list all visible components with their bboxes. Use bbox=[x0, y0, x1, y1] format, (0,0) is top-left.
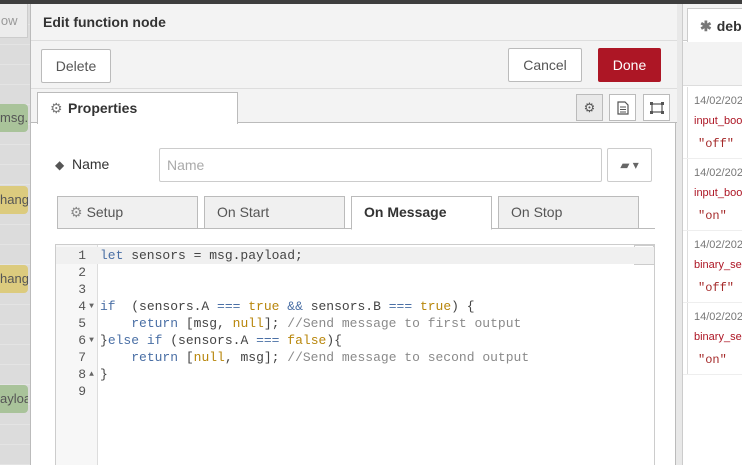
debug-timestamp: 14/02/2021 bbox=[694, 311, 742, 323]
code-text: if (sensors.A === true && sensors.B === … bbox=[100, 299, 475, 314]
line-number: 1 bbox=[78, 248, 86, 263]
line-number: 6 bbox=[78, 333, 86, 348]
code-text: } bbox=[100, 367, 108, 382]
tab-debug-label: debug bbox=[716, 18, 742, 34]
debug-value: "on" bbox=[698, 209, 727, 223]
name-label-text: Name bbox=[72, 156, 110, 172]
description-tab-button[interactable] bbox=[609, 94, 636, 121]
edit-function-tray: Edit function node Delete Cancel Done ⚙ P… bbox=[30, 4, 677, 465]
tab-setup-label: Setup bbox=[86, 204, 124, 220]
code-text: let sensors = msg.payload; bbox=[100, 248, 303, 263]
debug-message[interactable]: 14/02/2021 binary_sensor "on" bbox=[683, 303, 742, 375]
code-line[interactable]: 8 ▲ } bbox=[56, 366, 654, 383]
line-number: 8 bbox=[78, 367, 86, 382]
line-number: 7 bbox=[78, 350, 86, 365]
debug-value: "off" bbox=[698, 137, 735, 151]
appearance-tab-button[interactable] bbox=[643, 94, 670, 121]
settings-tab-button[interactable]: ⚙ bbox=[576, 94, 603, 121]
canvas-node[interactable]: hang bbox=[0, 186, 28, 214]
code-line[interactable]: 9 bbox=[56, 383, 654, 400]
done-button[interactable]: Done bbox=[598, 48, 661, 82]
tab-setup[interactable]: ⚙ Setup bbox=[57, 196, 198, 229]
gear-icon: ⚙ bbox=[70, 204, 83, 220]
line-number: 2 bbox=[78, 265, 86, 280]
tray-tab-row: ⚙ Properties ⚙ bbox=[31, 89, 677, 124]
tab-on-message[interactable]: On Message bbox=[351, 196, 492, 230]
fold-arrow-icon[interactable]: ▲ bbox=[87, 366, 96, 383]
line-number: 3 bbox=[78, 282, 86, 297]
debug-tabbar: ✱debug bbox=[683, 4, 742, 42]
debug-timestamp: 14/02/2021 bbox=[694, 95, 742, 107]
line-number: 5 bbox=[78, 316, 86, 331]
debug-toolbar bbox=[683, 42, 742, 86]
node-appearance-icon bbox=[649, 102, 664, 114]
book-icon: ▰ bbox=[620, 158, 630, 172]
tab-on-start[interactable]: On Start bbox=[204, 196, 345, 229]
tray-title: Edit function node bbox=[43, 14, 166, 30]
tab-on-stop-label: On Stop bbox=[511, 204, 563, 220]
library-button[interactable]: ▰ ▾ bbox=[607, 148, 652, 182]
debug-value: "off" bbox=[698, 281, 735, 295]
tab-on-message-label: On Message bbox=[364, 204, 447, 220]
code-line[interactable]: 3 bbox=[56, 281, 654, 298]
code-text: }else if (sensors.A === false){ bbox=[100, 333, 342, 348]
fold-arrow-icon[interactable]: ▼ bbox=[87, 298, 96, 315]
name-label: ◆ Name bbox=[55, 156, 109, 172]
canvas-node[interactable]: msg. bbox=[0, 104, 28, 132]
debug-value: "on" bbox=[698, 353, 727, 367]
debug-message[interactable]: 14/02/2021 input_boolean "off" bbox=[683, 87, 742, 159]
tab-debug[interactable]: ✱debug bbox=[687, 8, 742, 42]
tab-on-stop[interactable]: On Stop bbox=[498, 196, 639, 229]
code-line[interactable]: 4 ▼ if (sensors.A === true && sensors.B … bbox=[56, 298, 654, 315]
debug-topic[interactable]: binary_sensor bbox=[694, 331, 742, 343]
tray-toolbar: Delete Cancel Done bbox=[31, 41, 677, 89]
tray-header: Edit function node bbox=[31, 4, 677, 41]
code-line[interactable]: 6 ▼ }else if (sensors.A === false){ bbox=[56, 332, 654, 349]
line-number: 4 bbox=[78, 299, 86, 314]
code-text: return [msg, null]; //Send message to fi… bbox=[131, 316, 522, 331]
line-number: 9 bbox=[78, 384, 86, 399]
canvas-node[interactable]: ayloa bbox=[0, 385, 28, 413]
tab-properties-label: Properties bbox=[68, 100, 138, 116]
chevron-down-icon: ▾ bbox=[632, 158, 639, 172]
gear-icon: ⚙ bbox=[583, 100, 596, 115]
tab-on-start-label: On Start bbox=[217, 204, 270, 220]
code-line[interactable]: 1 let sensors = msg.payload; bbox=[56, 247, 654, 264]
gear-icon: ⚙ bbox=[50, 100, 63, 116]
debug-topic[interactable]: input_boolean bbox=[694, 187, 742, 199]
workspace-tab[interactable]: low bbox=[0, 4, 28, 38]
debug-message[interactable]: 14/02/2021 input_boolean "on" bbox=[683, 159, 742, 231]
tab-properties[interactable]: ⚙ Properties bbox=[37, 92, 238, 124]
delete-button[interactable]: Delete bbox=[41, 49, 111, 83]
cancel-button[interactable]: Cancel bbox=[508, 48, 582, 82]
function-tabs: ⚙ Setup On Start On Message On Stop bbox=[57, 196, 655, 230]
fold-arrow-icon[interactable]: ▼ bbox=[87, 332, 96, 349]
debug-timestamp: 14/02/2021 bbox=[694, 239, 742, 251]
debug-topic[interactable]: input_boolean bbox=[694, 115, 742, 127]
canvas-node[interactable]: hang bbox=[0, 265, 28, 293]
code-line[interactable]: 5 return [msg, null]; //Send message to … bbox=[56, 315, 654, 332]
document-icon bbox=[616, 101, 629, 115]
code-line[interactable]: 2 bbox=[56, 264, 654, 281]
tag-icon: ◆ bbox=[55, 158, 65, 172]
code-editor[interactable]: ⤢ 1 let sensors = msg.payload; 2 3 4 ▼ i… bbox=[55, 244, 655, 465]
debug-sidebar: ✱debug 14/02/2021 input_boolean "off" 14… bbox=[682, 4, 742, 465]
bug-icon: ✱ bbox=[700, 18, 712, 34]
debug-message[interactable]: 14/02/2021 binary_sensor "off" bbox=[683, 231, 742, 303]
code-line[interactable]: 7 return [null, msg]; //Send message to … bbox=[56, 349, 654, 366]
name-input[interactable] bbox=[159, 148, 602, 182]
code-text: return [null, msg]; //Send message to se… bbox=[131, 350, 530, 365]
debug-topic[interactable]: binary_sensor bbox=[694, 259, 742, 271]
debug-timestamp: 14/02/2021 bbox=[694, 167, 742, 179]
